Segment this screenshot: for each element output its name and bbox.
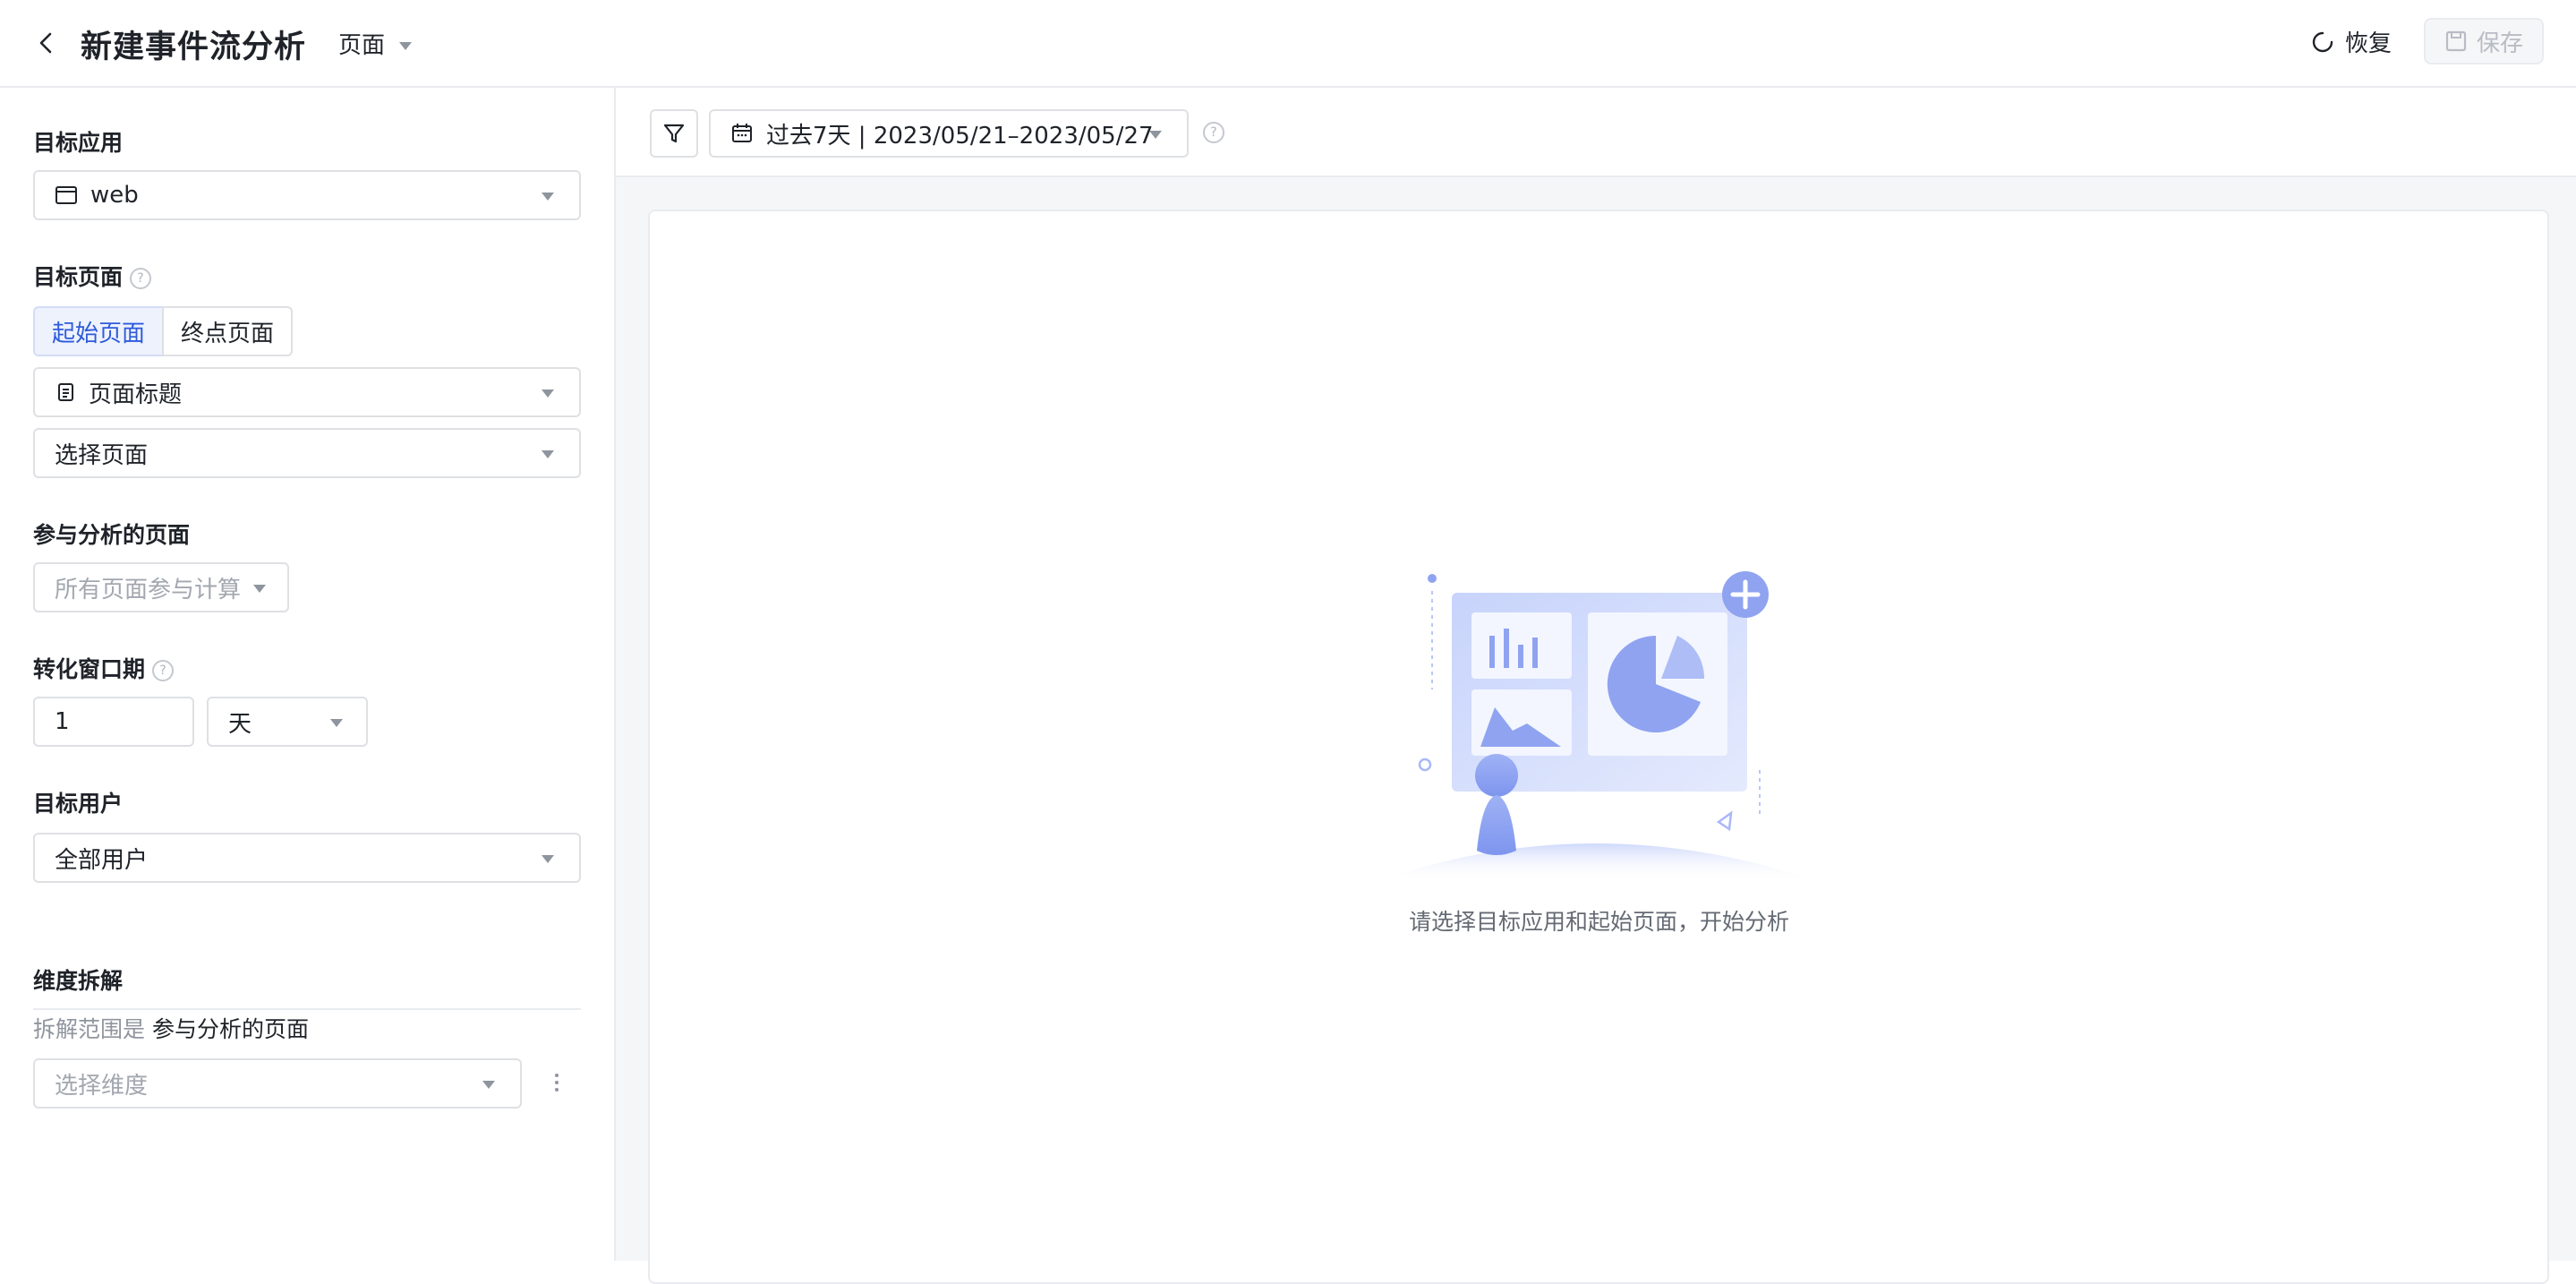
- filter-icon: [661, 121, 687, 146]
- analysis-pages-placeholder: 所有页面参与计算: [55, 576, 242, 603]
- target-page-label: 目标页面?: [33, 260, 152, 292]
- target-users-select[interactable]: 全部用户: [33, 833, 581, 883]
- page-attribute-value: 页面标题: [89, 381, 183, 408]
- empty-state-message: 请选择目标应用和起始页面，开始分析: [1409, 909, 1790, 935]
- date-range-value: 过去7天 | 2023/05/21–2023/05/27: [766, 122, 1154, 150]
- tab-end-page[interactable]: 终点页面: [162, 306, 293, 356]
- filter-button[interactable]: [650, 109, 698, 158]
- page-title: 新建事件流分析: [81, 30, 307, 65]
- tab-start-page[interactable]: 起始页面: [33, 306, 164, 356]
- analysis-pages-label: 参与分析的页面: [33, 522, 191, 548]
- chevron-down-icon: [542, 389, 554, 398]
- dimension-select[interactable]: 选择维度: [33, 1058, 522, 1109]
- date-range-picker[interactable]: 过去7天 | 2023/05/21–2023/05/27: [709, 109, 1189, 158]
- help-icon[interactable]: ?: [130, 268, 152, 289]
- conversion-window-label: 转化窗口期?: [33, 652, 175, 684]
- refresh-icon: [2311, 30, 2334, 54]
- page-select[interactable]: 选择页面: [33, 428, 581, 478]
- calendar-icon: [730, 122, 754, 145]
- dimension-scope: 拆解范围是 参与分析的页面: [33, 1012, 309, 1044]
- restore-button[interactable]: 恢复: [2311, 25, 2392, 58]
- save-label: 保存: [2476, 30, 2523, 57]
- conversion-window-unit-select[interactable]: 天: [207, 697, 368, 747]
- chevron-down-icon: [330, 719, 343, 727]
- main-toolbar: 过去7天 | 2023/05/21–2023/05/27 ?: [616, 88, 2576, 177]
- page-select-placeholder: 选择页面: [55, 441, 149, 469]
- analysis-type-select[interactable]: 页面: [338, 27, 413, 60]
- chevron-down-icon: [399, 42, 413, 50]
- analysis-pages-select[interactable]: 所有页面参与计算: [33, 562, 289, 612]
- conversion-window-label-text: 转化窗口期: [33, 656, 146, 682]
- save-button[interactable]: 保存: [2424, 18, 2544, 64]
- window-icon: [55, 184, 78, 206]
- chevron-down-icon: [253, 585, 266, 593]
- dimension-placeholder: 选择维度: [55, 1072, 149, 1100]
- top-header: 新建事件流分析 页面 恢复 保存: [0, 0, 2576, 88]
- chevron-down-icon: [542, 193, 554, 201]
- divider: [33, 1008, 581, 1010]
- document-icon: [55, 381, 76, 403]
- dimension-scope-value[interactable]: 参与分析的页面: [152, 1016, 309, 1042]
- restore-label: 恢复: [2345, 30, 2393, 57]
- help-icon[interactable]: ?: [1203, 122, 1224, 143]
- conversion-window-input[interactable]: 1: [33, 697, 194, 747]
- save-icon: [2444, 30, 2468, 53]
- conversion-window-unit: 天: [228, 710, 252, 738]
- back-icon[interactable]: [30, 27, 63, 59]
- chevron-down-icon: [482, 1081, 495, 1089]
- dimension-label: 维度拆解: [33, 968, 124, 994]
- page-attribute-select[interactable]: 页面标题: [33, 367, 581, 417]
- more-vertical-icon[interactable]: [548, 1069, 566, 1096]
- help-icon[interactable]: ?: [152, 660, 175, 681]
- target-users-value: 全部用户: [55, 846, 149, 874]
- analysis-type-label: 页面: [338, 32, 386, 59]
- dimension-scope-prefix: 拆解范围是: [33, 1016, 146, 1042]
- target-app-label: 目标应用: [33, 130, 124, 156]
- target-app-value: web: [90, 182, 139, 209]
- empty-state-illustration: [1369, 564, 1835, 895]
- target-page-label-text: 目标页面: [33, 264, 124, 290]
- chevron-down-icon: [542, 450, 554, 458]
- chevron-down-icon: [1149, 131, 1162, 139]
- config-sidebar: 目标应用 web 目标页面? 起始页面 终点页面 页面标题 选择页面 参与分析的…: [0, 88, 616, 1261]
- target-app-select[interactable]: web: [33, 170, 581, 220]
- chevron-down-icon: [542, 855, 554, 863]
- target-users-label: 目标用户: [33, 791, 124, 817]
